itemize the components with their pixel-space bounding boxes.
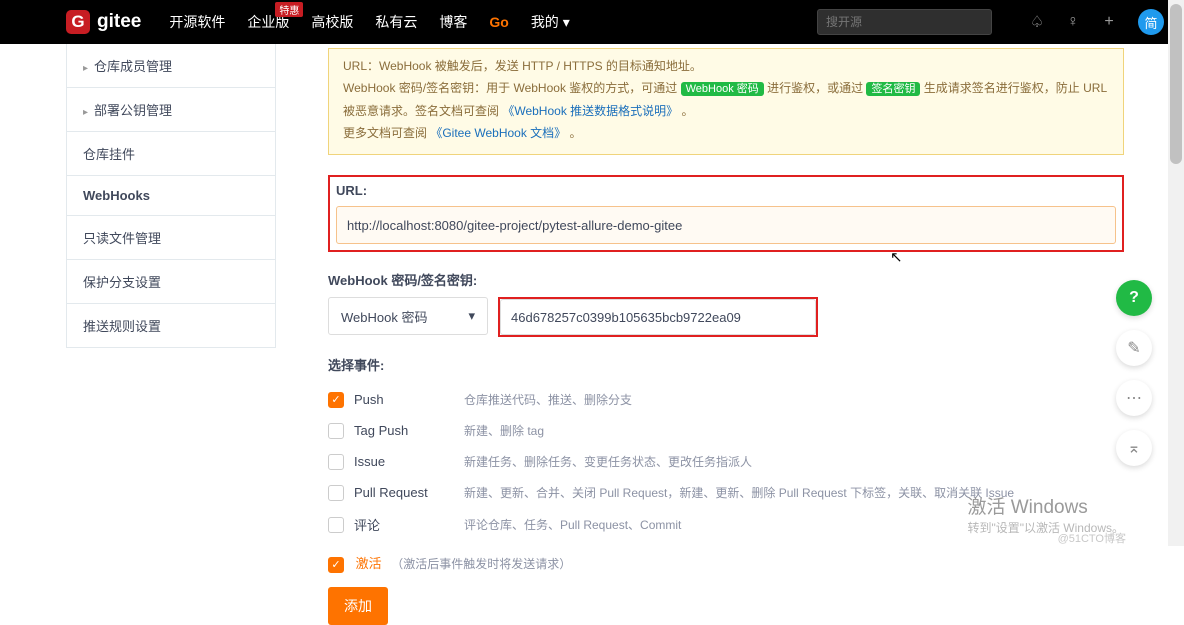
hot-badge: 特惠	[275, 2, 303, 17]
topbar: G gitee 开源软件 企业版特惠 高校版 私有云 博客 Go 我的 ▾ ♤ …	[0, 0, 1184, 44]
sidebar-item-members[interactable]: 仓库成员管理	[67, 44, 275, 88]
info-line2b: 进行鉴权，或通过	[764, 81, 867, 95]
help-icon[interactable]: ?	[1116, 280, 1152, 316]
nav-university[interactable]: 高校版	[311, 12, 353, 32]
url-section: URL:	[328, 175, 1124, 252]
event-name: 评论	[354, 515, 464, 534]
event-name: Pull Request	[354, 485, 464, 500]
scrollbar[interactable]	[1168, 0, 1184, 546]
nav-mine[interactable]: 我的 ▾	[531, 12, 570, 32]
event-desc: 新建、删除 tag	[464, 422, 544, 439]
password-label: WebHook 密码/签名密钥:	[328, 270, 1124, 289]
checkbox-pull-request[interactable]	[328, 485, 344, 501]
url-label: URL:	[336, 183, 1116, 198]
sidebar-item-deploy-keys[interactable]: 部署公钥管理	[67, 88, 275, 132]
nav-opensource[interactable]: 开源软件	[169, 12, 225, 32]
event-name: Push	[354, 392, 464, 407]
plus-icon[interactable]: +	[1100, 13, 1118, 31]
nav-blog[interactable]: 博客	[439, 12, 467, 32]
password-input[interactable]	[500, 299, 816, 335]
event-row-pull-request[interactable]: Pull Request 新建、更新、合并、关闭 Pull Request，新建…	[328, 477, 1124, 508]
info-line2a: WebHook 密码/签名密钥：用于 WebHook 鉴权的方式，可通过	[343, 81, 681, 95]
event-desc: 新建、更新、合并、关闭 Pull Request，新建、更新、删除 Pull R…	[464, 484, 1014, 501]
sidebar-item-widget[interactable]: 仓库挂件	[67, 132, 275, 176]
info-line1: URL：WebHook 被触发后，发送 HTTP / HTTPS 的目标通知地址…	[343, 59, 702, 73]
event-row-push[interactable]: ✓ Push 仓库推送代码、推送、删除分支	[328, 384, 1124, 415]
edit-icon[interactable]: ✎	[1116, 330, 1152, 366]
checkbox-comment[interactable]	[328, 517, 344, 533]
nav-private-cloud[interactable]: 私有云	[375, 12, 417, 32]
event-row-tag-push[interactable]: Tag Push 新建、删除 tag	[328, 415, 1124, 446]
logo-icon[interactable]: G	[66, 10, 90, 34]
chevron-down-icon: ▾	[468, 308, 475, 324]
info-box: URL：WebHook 被触发后，发送 HTTP / HTTPS 的目标通知地址…	[328, 48, 1124, 155]
sidebar-item-webhooks[interactable]: WebHooks	[67, 176, 275, 216]
checkbox-push[interactable]: ✓	[328, 392, 344, 408]
nav-enterprise[interactable]: 企业版特惠	[247, 12, 289, 32]
message-icon[interactable]: ⋯	[1116, 380, 1152, 416]
sidebar: 仓库成员管理 部署公钥管理 仓库挂件 WebHooks 只读文件管理 保护分支设…	[66, 44, 276, 348]
submit-button[interactable]: 添加	[328, 587, 388, 625]
event-row-comment[interactable]: 评论 评论仓库、任务、Pull Request、Commit	[328, 508, 1124, 541]
events-label: 选择事件:	[328, 355, 1124, 374]
link-webhook-format[interactable]: 《WebHook 推送数据格式说明》	[502, 104, 678, 118]
url-input[interactable]	[336, 206, 1116, 244]
event-name: Tag Push	[354, 423, 464, 438]
activate-hint: （激活后事件触发时将发送请求）	[391, 557, 571, 571]
main-content: URL：WebHook 被触发后，发送 HTTP / HTTPS 的目标通知地址…	[328, 44, 1124, 625]
activate-row[interactable]: ✓ 激活 （激活后事件触发时将发送请求）	[328, 541, 1124, 587]
password-type-select[interactable]: WebHook 密码 ▾	[328, 297, 488, 335]
event-name: Issue	[354, 454, 464, 469]
checkbox-issue[interactable]	[328, 454, 344, 470]
sidebar-item-readonly[interactable]: 只读文件管理	[67, 216, 275, 260]
checkbox-activate[interactable]: ✓	[328, 557, 344, 573]
float-actions: ? ✎ ⋯ ⌅	[1116, 280, 1152, 466]
nav-go[interactable]: Go	[489, 14, 508, 30]
sidebar-item-protected-branch[interactable]: 保护分支设置	[67, 260, 275, 304]
bell-icon[interactable]: ♤	[1028, 12, 1046, 32]
search-input[interactable]	[817, 9, 992, 35]
password-type-value: WebHook 密码	[341, 307, 427, 326]
logo-text[interactable]: gitee	[97, 11, 141, 33]
event-desc: 评论仓库、任务、Pull Request、Commit	[464, 516, 681, 533]
event-row-issue[interactable]: Issue 新建任务、删除任务、变更任务状态、更改任务指派人	[328, 446, 1124, 477]
password-input-wrap	[498, 297, 818, 337]
avatar[interactable]: 简	[1138, 9, 1164, 35]
tag-sign-key: 签名密钥	[866, 82, 920, 96]
activate-label: 激活	[356, 556, 382, 571]
back-to-top-icon[interactable]: ⌅	[1116, 430, 1152, 466]
tag-webhook-password: WebHook 密码	[681, 82, 764, 96]
info-line3a: 更多文档可查阅	[343, 126, 430, 140]
scrollbar-thumb[interactable]	[1170, 4, 1182, 164]
link-webhook-docs[interactable]: 《Gitee WebHook 文档》	[430, 126, 566, 140]
event-desc: 新建任务、删除任务、变更任务状态、更改任务指派人	[464, 453, 752, 470]
event-desc: 仓库推送代码、推送、删除分支	[464, 391, 632, 408]
checkbox-tag-push[interactable]	[328, 423, 344, 439]
sidebar-item-push-rules[interactable]: 推送规则设置	[67, 304, 275, 347]
bulb-icon[interactable]: ♀	[1064, 13, 1082, 31]
